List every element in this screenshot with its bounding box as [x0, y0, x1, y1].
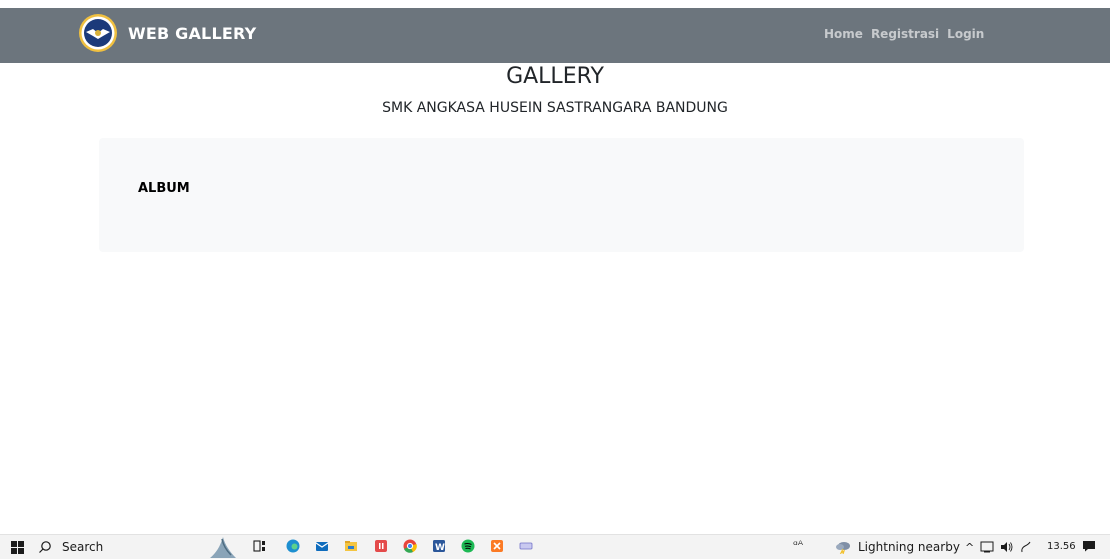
file-explorer-icon[interactable] — [344, 539, 358, 553]
edge-icon[interactable] — [286, 539, 300, 553]
app-icon[interactable] — [374, 539, 388, 553]
album-title: ALBUM — [138, 181, 190, 196]
search-label: Search — [62, 540, 104, 554]
taskbar-search[interactable]: Search — [38, 535, 103, 559]
dolphin-icon — [210, 537, 236, 558]
spotify-icon[interactable] — [461, 539, 475, 553]
task-view-icon[interactable] — [253, 539, 267, 553]
nav-link-login[interactable]: Login — [947, 27, 984, 41]
network-icon[interactable] — [980, 541, 994, 553]
system-tray: ^ — [965, 535, 1032, 559]
volume-icon[interactable] — [1000, 541, 1014, 553]
weather-widget[interactable]: Lightning nearby — [835, 535, 960, 559]
clock[interactable]: 13.56 — [1047, 541, 1076, 552]
people-icon[interactable]: ᵅᴬ — [793, 538, 803, 552]
pen-icon[interactable] — [1020, 541, 1032, 553]
brand[interactable]: WEB GALLERY — [78, 13, 256, 53]
weather-text: Lightning nearby — [858, 540, 960, 554]
windows-start-icon[interactable] — [11, 541, 24, 554]
navbar: WEB GALLERY Home Registrasi Login — [0, 8, 1110, 63]
chevron-up-icon[interactable]: ^ — [965, 541, 974, 554]
nav-menu: Home Registrasi Login — [824, 27, 984, 41]
page-title: GALLERY — [506, 64, 604, 89]
nav-link-home[interactable]: Home — [824, 27, 863, 41]
brand-title: WEB GALLERY — [128, 23, 257, 43]
weather-icon — [836, 542, 850, 554]
chrome-icon[interactable] — [403, 539, 417, 553]
word-icon[interactable]: W — [432, 539, 446, 553]
school-logo-icon — [79, 14, 117, 52]
nav-link-registrasi[interactable]: Registrasi — [871, 27, 939, 41]
xampp-icon[interactable] — [490, 539, 504, 553]
taskbar: Search W ᵅᴬ Lightning nearby ^ 13.56 — [0, 534, 1110, 559]
search-icon — [39, 541, 51, 553]
notification-icon[interactable] — [1082, 540, 1096, 552]
mail-icon[interactable] — [315, 539, 329, 553]
page-subtitle: SMK ANGKASA HUSEIN SASTRANGARA BANDUNG — [382, 100, 728, 116]
svg-text:W: W — [435, 543, 445, 553]
album-section: ALBUM — [99, 138, 1024, 252]
keyboard-icon[interactable] — [519, 539, 533, 553]
